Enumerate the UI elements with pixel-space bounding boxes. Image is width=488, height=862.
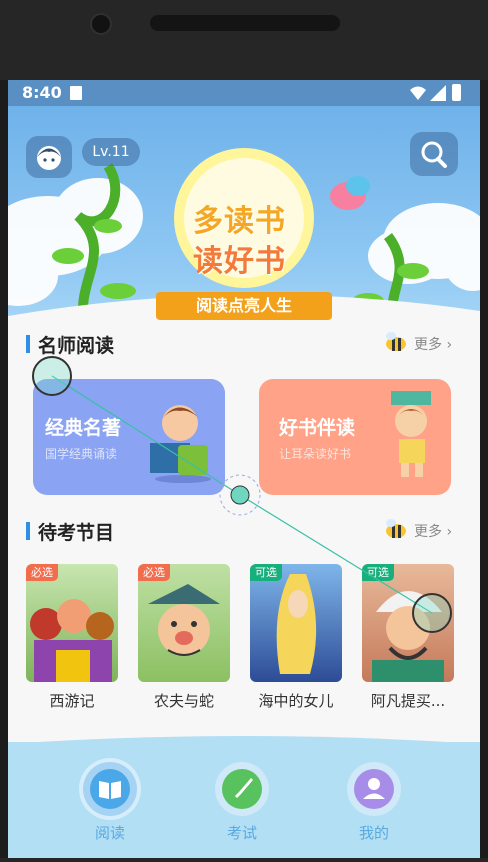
gesture-overlay — [32, 356, 452, 633]
earpiece-speaker — [150, 15, 340, 31]
phone-frame-bottom — [0, 858, 488, 862]
front-camera — [90, 13, 112, 35]
app-screen: 8:40 Lv.11 多读书 读好书 阅读点亮人生 名师阅读 更多 › 经典名著… — [8, 80, 480, 858]
phone-frame-top — [0, 0, 488, 80]
